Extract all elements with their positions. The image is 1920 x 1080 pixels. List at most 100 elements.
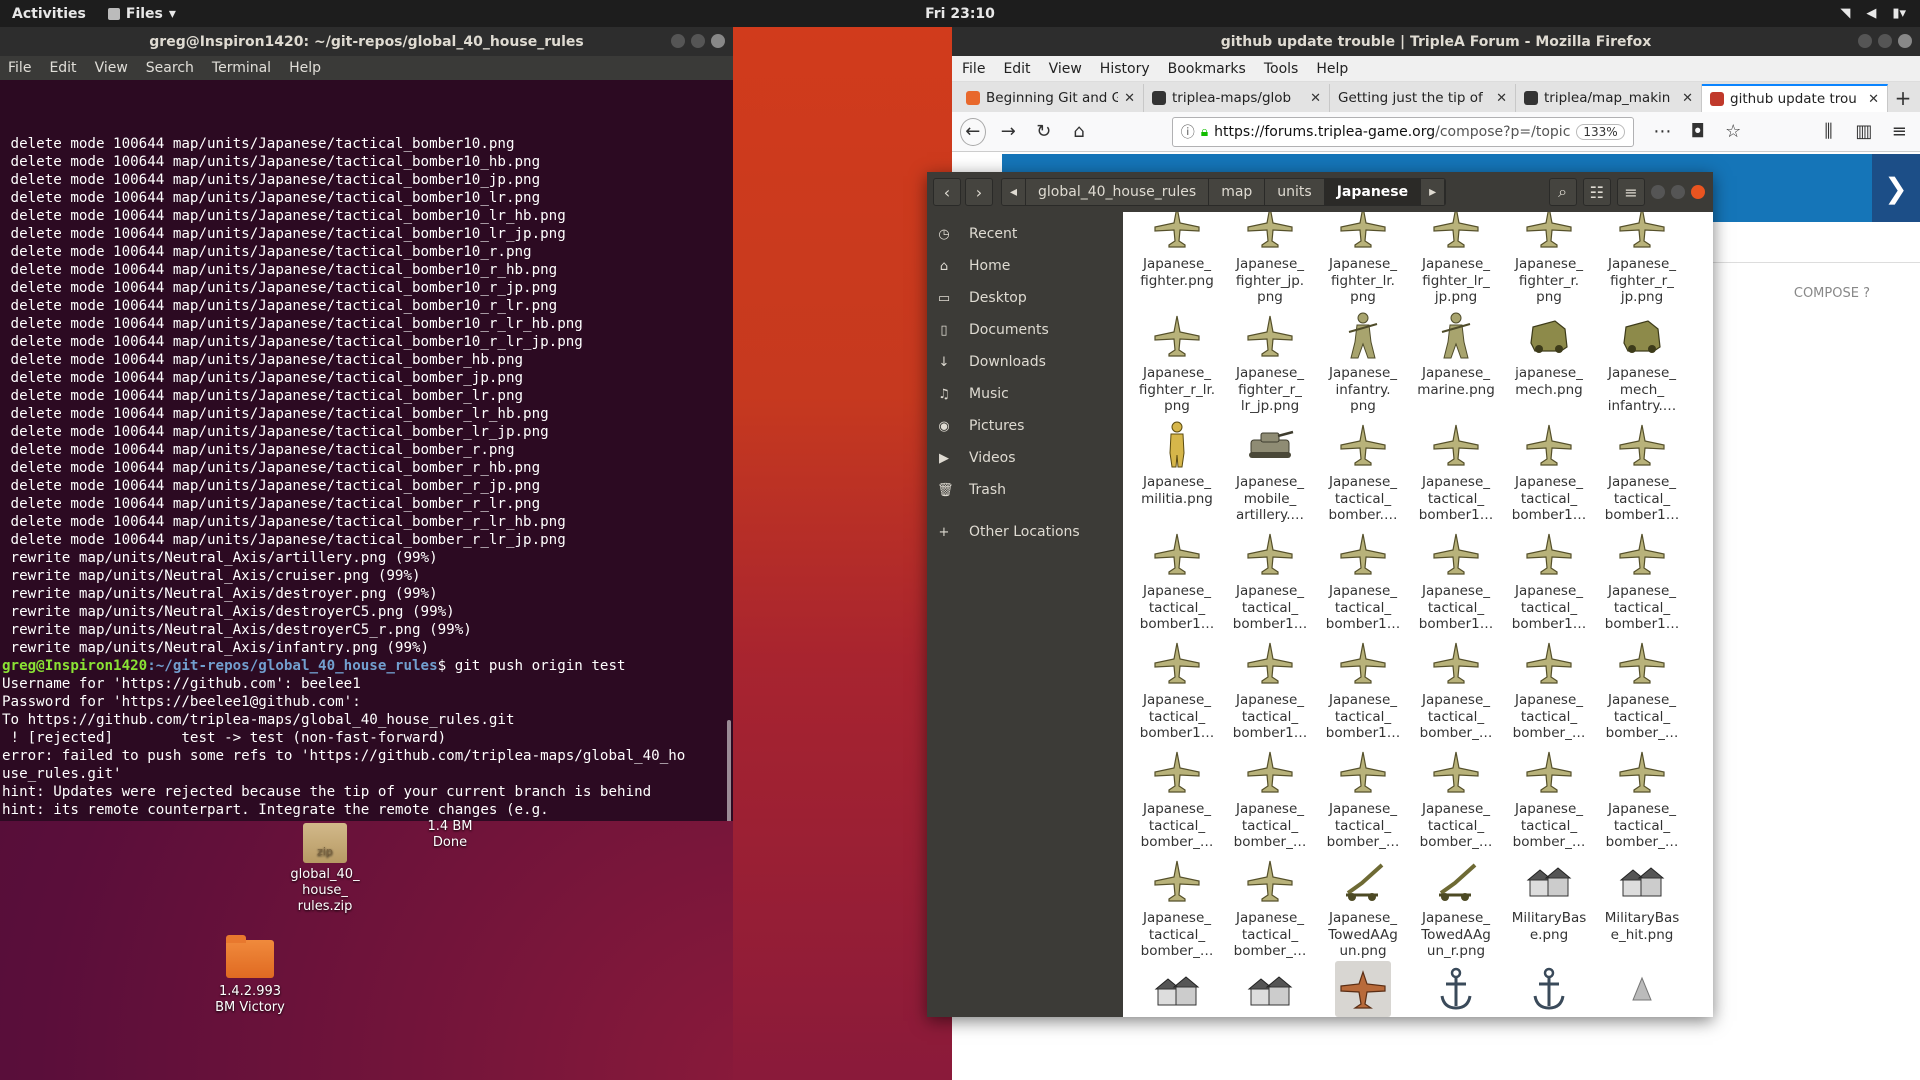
view-toggle-icon[interactable]: ☷ xyxy=(1582,178,1611,206)
file-item[interactable]: Japanese_ tactical_ bomber_… xyxy=(1410,743,1502,852)
sidebar-item-videos[interactable]: ▶ Videos xyxy=(927,442,1123,474)
menu-edit[interactable]: Edit xyxy=(1003,61,1030,77)
close-icon[interactable]: ✕ xyxy=(1868,92,1879,107)
menu-view[interactable]: View xyxy=(1049,61,1082,77)
close-icon[interactable]: ✕ xyxy=(1310,91,1321,106)
reload-button[interactable]: ↻ xyxy=(1031,118,1056,146)
hamburger-menu-icon[interactable]: ≡ xyxy=(1887,118,1912,146)
file-item[interactable]: Japanese_ tactical_ bomber1… xyxy=(1131,525,1223,634)
file-item[interactable]: Japanese_ TowedAAg un.png xyxy=(1317,852,1409,961)
close-button[interactable] xyxy=(711,34,725,48)
file-item[interactable]: Japanese_ tactical_ bomber1… xyxy=(1317,634,1409,743)
file-item[interactable]: Japanese_ mech_ infantry.… xyxy=(1596,307,1688,416)
sidebar-item-home[interactable]: ⌂ Home xyxy=(927,250,1123,282)
forward-button[interactable]: › xyxy=(965,178,993,206)
file-item[interactable]: Japanese_ fighter_r_ lr_jp.png xyxy=(1224,307,1316,416)
file-item[interactable]: Japanese_ tactical_ bomber1… xyxy=(1596,416,1688,525)
menu-help[interactable]: Help xyxy=(289,60,321,76)
tab-getting-tip[interactable]: Getting just the tip of ✕ xyxy=(1330,84,1516,112)
file-item[interactable]: MilitaryBas e_hit.png xyxy=(1596,852,1688,961)
breadcrumb-units[interactable]: units xyxy=(1265,179,1325,205)
terminal-window[interactable]: greg@Inspiron1420: ~/git-repos/global_40… xyxy=(0,27,733,821)
zoom-level[interactable]: 133% xyxy=(1576,123,1625,140)
system-tray[interactable]: ◥ ◀ ▮▾ xyxy=(1840,6,1906,21)
close-button[interactable] xyxy=(1898,34,1912,48)
file-item[interactable]: Japanese_ tactical_ bomber_… xyxy=(1131,743,1223,852)
tab-map-making[interactable]: triplea/map_makin ✕ xyxy=(1516,84,1702,112)
file-item[interactable]: Japanese_ fighter_lr. png xyxy=(1317,212,1409,307)
file-item[interactable]: naval_base. png xyxy=(1410,961,1502,1017)
new-tab-button[interactable]: + xyxy=(1888,84,1918,112)
file-item[interactable]: Japanese_ tactical_ bomber_… xyxy=(1410,634,1502,743)
file-item[interactable]: Japanese_ fighter_jp. png xyxy=(1224,212,1316,307)
file-item[interactable]: Japanese_ fighter.png xyxy=(1131,212,1223,307)
sidebar-item-documents[interactable]: ▯ Documents xyxy=(927,314,1123,346)
bookmark-star-icon[interactable]: ☆ xyxy=(1720,118,1745,146)
search-icon[interactable]: ⌕ xyxy=(1548,178,1577,206)
menu-edit[interactable]: Edit xyxy=(49,60,76,76)
firefox-titlebar[interactable]: github update trouble | TripleA Forum - … xyxy=(952,27,1920,56)
file-item[interactable]: primitive. png xyxy=(1596,961,1688,1017)
forward-button[interactable]: → xyxy=(996,118,1021,146)
files-window[interactable]: ‹ › ◂ global_40_house_rules map units Ja… xyxy=(927,172,1713,1017)
sidebar-item-trash[interactable]: 🗑︎ Trash xyxy=(927,474,1123,506)
file-item[interactable]: naval_ base_hit. xyxy=(1503,961,1595,1017)
tab-github-update-trouble[interactable]: github update trou ✕ xyxy=(1702,84,1888,112)
page-actions-icon[interactable]: ⋯ xyxy=(1650,118,1675,146)
file-item[interactable]: Japanese_ fighter_r_ jp.png xyxy=(1596,212,1688,307)
lock-icon[interactable]: 🔒︎ xyxy=(1201,124,1208,140)
file-item[interactable]: Japanese_ infantry. png xyxy=(1317,307,1409,416)
minimize-button[interactable] xyxy=(1858,34,1872,48)
file-item[interactable]: Japanese_ tactical_ bomber.… xyxy=(1317,416,1409,525)
file-item[interactable]: Japanese_ tactical_ bomber_… xyxy=(1131,852,1223,961)
menu-file[interactable]: File xyxy=(962,61,985,77)
menu-bookmarks[interactable]: Bookmarks xyxy=(1168,61,1246,77)
file-item[interactable]: japanese_ mech.png xyxy=(1503,307,1595,416)
menu-icon[interactable]: ≡ xyxy=(1617,178,1645,206)
breadcrumb-scroll-left[interactable]: ◂ xyxy=(1002,179,1027,205)
file-item[interactable]: Japanese_ TowedAAg un_r.png xyxy=(1410,852,1502,961)
menu-history[interactable]: History xyxy=(1100,61,1150,77)
close-icon[interactable]: ✕ xyxy=(1496,91,1507,106)
close-icon[interactable]: ✕ xyxy=(1124,91,1135,106)
breadcrumb-map[interactable]: map xyxy=(1209,179,1266,205)
file-item[interactable]: Japanese_ mobile_ artillery.… xyxy=(1224,416,1316,525)
home-button[interactable]: ⌂ xyxy=(1066,118,1091,146)
close-icon[interactable]: ✕ xyxy=(1682,91,1693,106)
file-item[interactable]: Japanese_ tactical_ bomber_… xyxy=(1317,743,1409,852)
file-item[interactable]: Japanese_ tactical_ bomber_… xyxy=(1596,634,1688,743)
breadcrumb-japanese[interactable]: Japanese xyxy=(1324,179,1422,205)
file-item[interactable]: Japanese_ tactical_ bomber1… xyxy=(1410,525,1502,634)
sidebar-item-desktop[interactable]: ▭ Desktop xyxy=(927,282,1123,314)
terminal-screen[interactable]: delete mode 100644 map/units/Japanese/ta… xyxy=(0,80,733,821)
close-button[interactable] xyxy=(1691,185,1705,199)
desktop-zip-file[interactable]: zip global_40_ house_ rules.zip xyxy=(275,823,375,915)
sidebar-item-other-locations[interactable]: + Other Locations xyxy=(927,516,1123,548)
back-button[interactable]: ← xyxy=(960,117,986,146)
menu-search[interactable]: Search xyxy=(146,60,194,76)
sidebar-item-pictures[interactable]: ◉ Pictures xyxy=(927,410,1123,442)
sidebar-item-downloads[interactable]: ↓ Downloads xyxy=(927,346,1123,378)
breadcrumb-global-40[interactable]: global_40_house_rules xyxy=(1026,179,1210,205)
url-bar[interactable]: ⓘ 🔒︎ https://forums.triplea-game.org/com… xyxy=(1171,116,1634,147)
menu-tools[interactable]: Tools xyxy=(1264,61,1299,77)
menu-terminal[interactable]: Terminal xyxy=(212,60,271,76)
tab-triplea-maps[interactable]: triplea-maps/glob ✕ xyxy=(1144,84,1330,112)
file-item[interactable]: Japanese_ tactical_ bomber1… xyxy=(1503,525,1595,634)
file-item[interactable]: MilitaryBas e_r_hit.png xyxy=(1224,961,1316,1017)
pocket-icon[interactable]: ◘ xyxy=(1685,118,1710,146)
tab-beginning-git[interactable]: Beginning Git and G ✕ xyxy=(958,84,1144,112)
file-item[interactable]: Japanese_ tactical_ bomber1… xyxy=(1317,525,1409,634)
back-button[interactable]: ‹ xyxy=(933,178,961,206)
menu-view[interactable]: View xyxy=(95,60,128,76)
maximize-button[interactable] xyxy=(1671,185,1685,199)
help-icon[interactable]: ? xyxy=(1863,286,1870,301)
info-icon[interactable]: ⓘ xyxy=(1181,122,1195,142)
file-item[interactable]: Japanese_ fighter_r_lr. png xyxy=(1131,307,1223,416)
breadcrumb-scroll-right[interactable]: ▸ xyxy=(1421,179,1446,205)
menu-file[interactable]: File xyxy=(8,60,31,76)
files-headerbar[interactable]: ‹ › ◂ global_40_house_rules map units Ja… xyxy=(927,172,1713,212)
file-item[interactable]: Japanese_ tactical_ bomber_… xyxy=(1596,743,1688,852)
file-grid[interactable]: Japanese_ fighter.png Japanese_ fighter_j… xyxy=(1123,212,1713,1017)
file-item[interactable]: Japanese_ tactical_ bomber1… xyxy=(1410,416,1502,525)
